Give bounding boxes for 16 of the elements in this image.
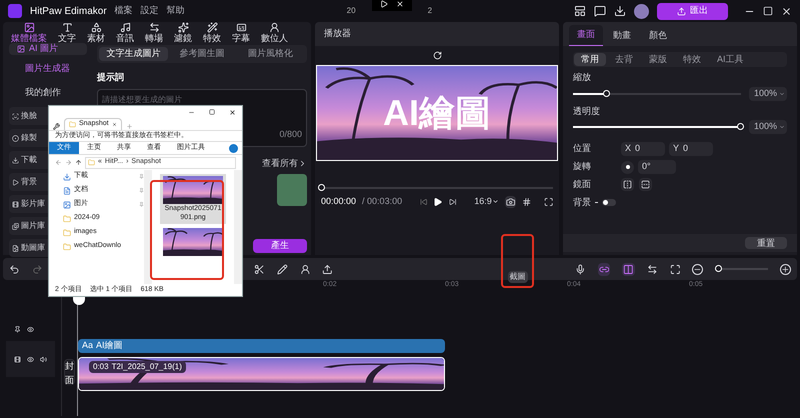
slider-label: 透明度	[573, 104, 601, 118]
player-title: 播放器	[324, 27, 351, 40]
clip-label: 0:03 T2I_2025_07_19(1)	[89, 361, 186, 373]
title-text: 2	[428, 5, 432, 17]
char-counter: 0/800	[279, 128, 302, 141]
prompt-label: 提示詞	[97, 71, 125, 84]
app-title: HitPaw Edimakor	[30, 4, 107, 18]
slider-label: 縮放	[573, 71, 592, 84]
rotation-label: 旋轉	[573, 160, 592, 174]
mirror-label: 鏡面	[573, 178, 592, 191]
background-label: 背景	[573, 196, 591, 208]
screenshot-tooltip: 截圖	[508, 271, 528, 283]
duration: / 00:03:00	[362, 195, 404, 208]
position-label: 位置	[573, 142, 592, 156]
current-time: 00:00:00	[321, 195, 356, 208]
title-text: 20	[346, 5, 356, 17]
